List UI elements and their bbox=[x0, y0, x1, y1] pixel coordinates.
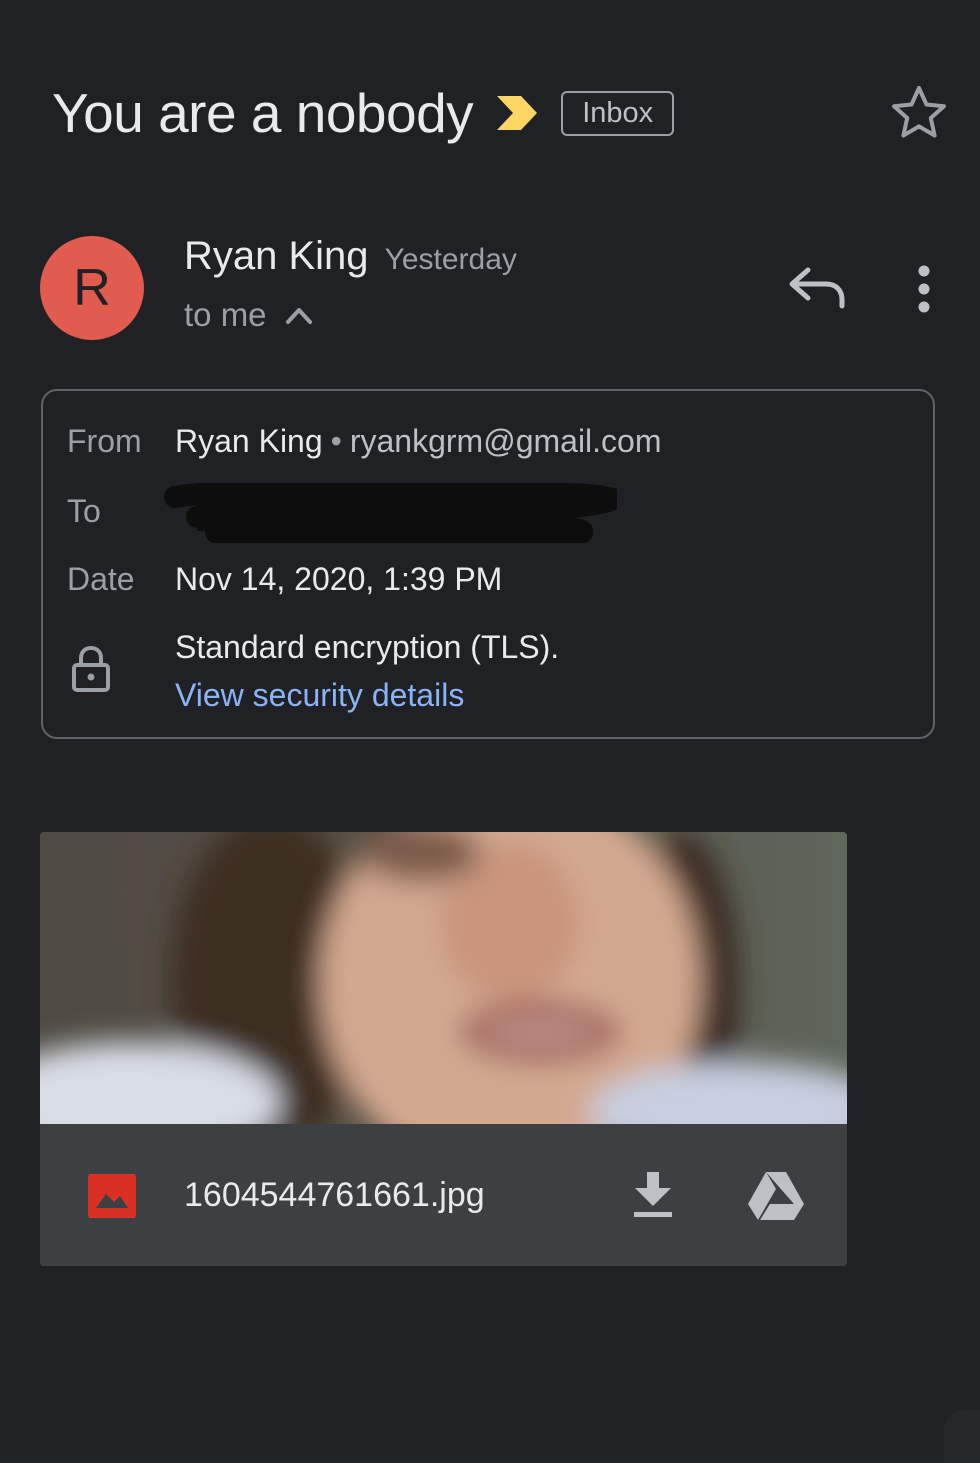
star-icon[interactable] bbox=[890, 84, 948, 140]
from-separator: • bbox=[330, 423, 342, 459]
sent-time: Yesterday bbox=[384, 243, 517, 276]
download-icon[interactable] bbox=[630, 1170, 676, 1220]
attachment-bar: 1604544761661.jpg bbox=[40, 1124, 847, 1266]
redaction-scribble bbox=[164, 483, 617, 543]
image-file-icon bbox=[88, 1174, 136, 1218]
date-value: Nov 14, 2020, 1:39 PM bbox=[175, 561, 503, 597]
reply-icon[interactable] bbox=[786, 262, 848, 314]
message-details-card: From Ryan King • ryankgrm@gmail.com To Dat… bbox=[41, 389, 935, 739]
from-label: From bbox=[67, 423, 142, 459]
attachment-filename: 1604544761661.jpg bbox=[184, 1176, 485, 1214]
from-value: Ryan King • ryankgrm@gmail.com bbox=[175, 423, 662, 460]
lock-icon bbox=[72, 645, 110, 692]
to-label: To bbox=[67, 493, 101, 529]
recipient-summary: to me bbox=[184, 296, 267, 333]
more-vert-icon[interactable] bbox=[906, 262, 942, 316]
subject-row: You are a nobody Inbox bbox=[52, 78, 675, 148]
avatar-letter: R bbox=[73, 259, 111, 317]
from-name: Ryan King bbox=[175, 423, 323, 459]
recipient-toggle[interactable]: to me bbox=[184, 296, 313, 334]
sender-avatar[interactable]: R bbox=[40, 236, 144, 340]
sender-name: Ryan King bbox=[184, 234, 369, 278]
inbox-label-chip[interactable]: Inbox bbox=[561, 90, 675, 136]
attachment-card[interactable]: 1604544761661.jpg bbox=[40, 832, 847, 1266]
attachment-preview-image[interactable] bbox=[40, 832, 847, 1124]
date-label: Date bbox=[67, 561, 135, 597]
google-drive-icon[interactable] bbox=[746, 1170, 806, 1222]
edge-overlay bbox=[944, 1410, 980, 1463]
sender-line: Ryan King Yesterday bbox=[184, 234, 517, 279]
from-email[interactable]: ryankgrm@gmail.com bbox=[350, 423, 662, 459]
view-security-details-link[interactable]: View security details bbox=[175, 677, 464, 714]
encryption-text: Standard encryption (TLS). bbox=[175, 629, 560, 665]
chevron-up-icon bbox=[285, 308, 312, 324]
importance-marker-icon[interactable] bbox=[495, 94, 539, 132]
email-view-screen: You are a nobody Inbox R Ryan King Yeste… bbox=[0, 0, 980, 1463]
email-subject: You are a nobody bbox=[52, 82, 474, 144]
